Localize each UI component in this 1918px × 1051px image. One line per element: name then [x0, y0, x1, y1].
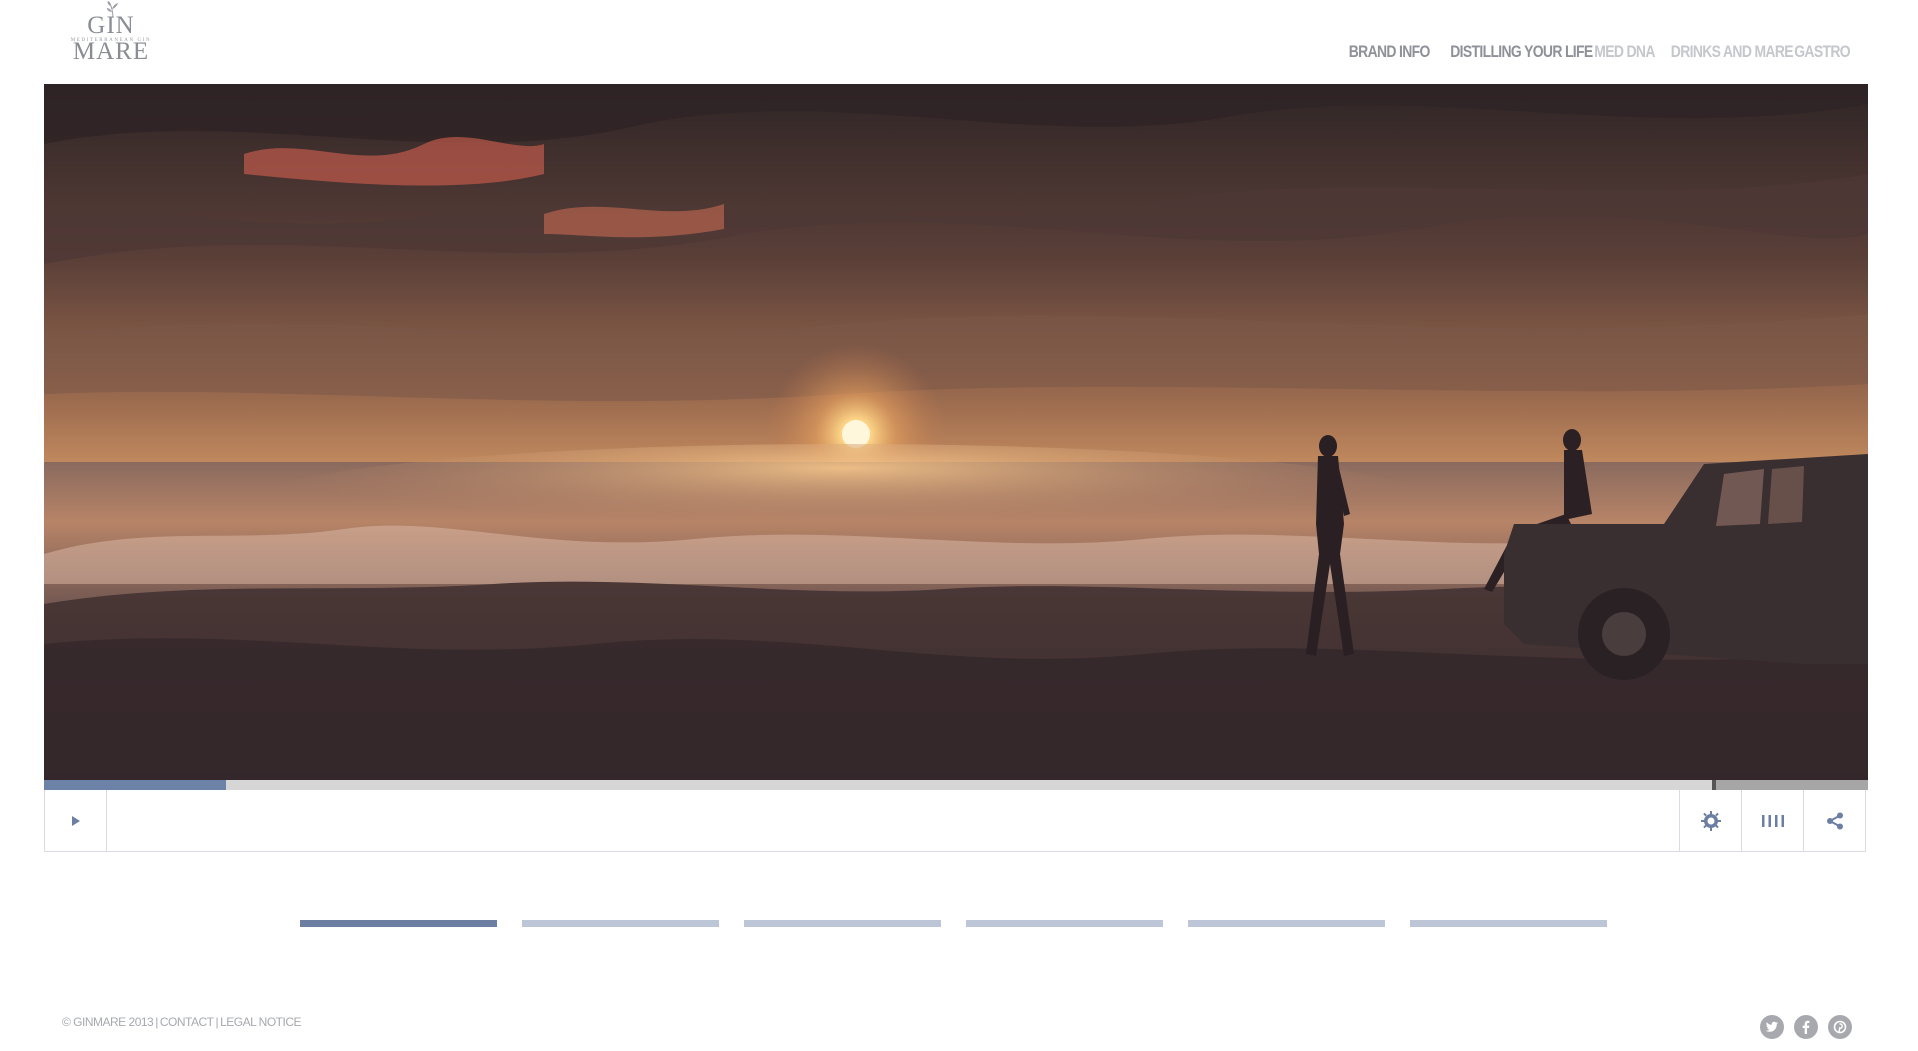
slide-indicators — [300, 920, 1607, 927]
footer-separator: | — [215, 1015, 219, 1029]
slide-indicator-5[interactable] — [1188, 920, 1385, 927]
slide-indicator-2[interactable] — [522, 920, 719, 927]
video-player[interactable] — [44, 84, 1868, 780]
share-button[interactable] — [1803, 790, 1865, 851]
chapters-icon — [1761, 814, 1784, 827]
progress-played — [44, 780, 227, 790]
facebook-icon — [1802, 1020, 1810, 1034]
facebook-button[interactable] — [1794, 1015, 1818, 1039]
twitter-button[interactable] — [1760, 1015, 1784, 1039]
play-button[interactable] — [45, 790, 107, 851]
footer-links: © GINMARE 2013 | CONTACT | LEGAL NOTICE — [62, 1015, 301, 1029]
gin-mare-logo[interactable]: GIN MARE MEDITERRANEAN GIN — [50, 0, 172, 65]
contact-link[interactable]: CONTACT — [160, 1015, 214, 1029]
nav-item-drinks-and-mare[interactable]: DRINKS AND MARE — [1671, 42, 1794, 62]
chapters-button[interactable] — [1741, 790, 1803, 851]
share-icon — [1826, 812, 1843, 829]
nav-item-distilling-your-life[interactable]: DISTILLING YOUR LIFE — [1450, 42, 1593, 62]
nav-item-med-dna[interactable]: MED DNA — [1595, 42, 1656, 62]
social-links — [1760, 1015, 1852, 1039]
slide-indicator-4[interactable] — [966, 920, 1163, 927]
progress-buffered — [1712, 780, 1868, 790]
pinterest-button[interactable] — [1828, 1015, 1852, 1039]
nav-item-gastro[interactable]: GASTRO — [1794, 42, 1850, 62]
slide-indicator-3[interactable] — [744, 920, 941, 927]
legal-notice-link[interactable]: LEGAL NOTICE — [220, 1015, 301, 1029]
video-controls — [44, 790, 1866, 852]
video-frame-sunset-beach — [44, 84, 1868, 780]
nav-item-brand-info[interactable]: BRAND INFO — [1349, 42, 1431, 62]
slide-indicator-6[interactable] — [1410, 920, 1607, 927]
footer-separator: | — [155, 1015, 158, 1029]
twitter-icon — [1765, 1021, 1778, 1032]
pinterest-icon — [1833, 1020, 1847, 1034]
settings-button[interactable] — [1679, 790, 1741, 851]
gear-icon — [1700, 810, 1721, 831]
main-navigation: BRAND INFO DISTILLING YOUR LIFE MED DNA … — [1349, 42, 1851, 62]
play-icon — [71, 815, 80, 826]
site-header: GIN MARE MEDITERRANEAN GIN BRAND INFO DI… — [0, 0, 1918, 84]
brand-tagline: MEDITERRANEAN GIN — [70, 38, 152, 43]
copyright-text: © GINMARE 2013 — [62, 1015, 154, 1029]
slide-indicator-1[interactable] — [300, 920, 497, 927]
video-progress-bar[interactable] — [44, 780, 1868, 790]
